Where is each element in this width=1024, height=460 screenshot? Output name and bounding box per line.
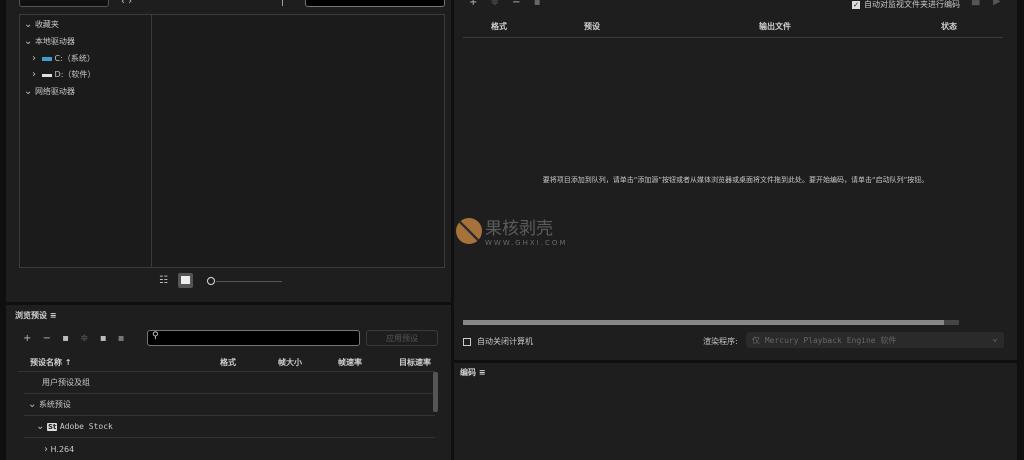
start-queue-button[interactable]: ▶ xyxy=(993,0,1001,7)
chevron-right-icon: › xyxy=(32,69,36,80)
apply-preset-button[interactable]: 应用预设 xyxy=(366,330,438,346)
panel-menu-icon[interactable]: ≡ xyxy=(479,368,486,377)
checkbox-unchecked-icon xyxy=(463,337,471,346)
media-browser-panel: ‹ › | ⌄ 收藏夹 ⌄ 本地驱动器 › C:（系统） › D:（软件） ⌄ … xyxy=(6,0,451,302)
col-preset[interactable]: 预设 xyxy=(584,21,600,32)
drive-icon xyxy=(41,74,52,77)
settings-icon[interactable]: ≑ xyxy=(491,0,499,8)
location-dropdown[interactable] xyxy=(19,0,109,7)
drive-icon xyxy=(41,57,52,61)
tree-network-drives[interactable]: ⌄ 网络驱动器 xyxy=(24,86,75,97)
preset-search-input[interactable]: ⚲ xyxy=(147,330,360,346)
settings-icon[interactable]: ≑ xyxy=(80,333,88,344)
tree-pane: ⌄ 收藏夹 ⌄ 本地驱动器 › C:（系统） › D:（软件） ⌄ 网络驱动器 xyxy=(19,14,445,268)
preset-row-adobe-stock[interactable]: ⌄ St Adobe Stock xyxy=(24,416,435,438)
auto-shutdown-checkbox[interactable]: 自动关闭计算机 xyxy=(463,336,533,347)
browser-search-input[interactable] xyxy=(305,0,445,7)
export-icon[interactable]: ▪ xyxy=(118,333,125,344)
import-icon[interactable]: ▪ xyxy=(100,333,107,344)
preset-row-system[interactable]: ⌄ 系统预设 xyxy=(24,394,435,416)
chevron-right-icon: › xyxy=(32,53,36,64)
preset-browser-panel: 浏览预设 ≡ + − ▪ ≑ ▪ ▪ ⚲ 应用预设 预设名称 ↑ 格式 帧大小 … xyxy=(6,305,451,460)
auto-encode-checkbox[interactable]: ✓ 自动对监视文件夹进行编码 xyxy=(852,0,960,10)
tree-favorites[interactable]: ⌄ 收藏夹 xyxy=(24,19,59,30)
queue-empty-message: 要将项目添加到队列，请单击“添加源”按钮或者从媒体浏览器或桌面将文件拖到此处。要… xyxy=(542,176,929,184)
new-group-icon[interactable]: ▪ xyxy=(62,333,69,344)
chevron-down-icon: ⌄ xyxy=(24,19,33,30)
thumbnail-view-button[interactable] xyxy=(178,273,193,288)
col-frame-rate[interactable]: 帧速率 xyxy=(338,357,362,368)
tree-drive-d[interactable]: › D:（软件） xyxy=(32,69,95,80)
list-view-icon[interactable]: ☷ xyxy=(159,275,168,286)
chevron-right-icon: › xyxy=(44,443,48,455)
preset-toolbar: + − ▪ ≑ ▪ ▪ xyxy=(23,333,124,344)
queue-progress-bar xyxy=(463,320,959,325)
panel-menu-icon[interactable]: ≡ xyxy=(50,311,57,320)
add-source-icon[interactable]: + xyxy=(469,0,477,8)
filter-icon[interactable]: | xyxy=(281,0,284,6)
col-output-file[interactable]: 输出文件 xyxy=(759,21,791,32)
col-target-rate[interactable]: 目标速率 xyxy=(399,357,431,368)
preset-row-h264[interactable]: › H.264 xyxy=(24,438,435,460)
add-icon[interactable]: + xyxy=(23,333,31,344)
col-status[interactable]: 状态 xyxy=(941,21,957,32)
chevron-down-icon: ⌄ xyxy=(24,86,33,97)
preset-scrollbar[interactable] xyxy=(433,372,438,412)
remove-icon[interactable]: − xyxy=(512,0,520,8)
queue-panel: + ≑ − ▪ ✓ 自动对监视文件夹进行编码 ■ ▶ 格式 预设 输出文件 状态… xyxy=(454,0,1017,360)
chevron-down-icon: ⌄ xyxy=(24,36,33,47)
chevron-down-icon: ⌄ xyxy=(36,421,45,432)
chevron-down-icon: ⌄ xyxy=(991,333,998,344)
preset-row-user[interactable]: 用户预设及组 xyxy=(24,372,435,394)
col-preset-name[interactable]: 预设名称 ↑ xyxy=(30,357,72,368)
col-format[interactable]: 格式 xyxy=(491,21,507,32)
queue-toolbar: + ≑ − ▪ xyxy=(469,0,541,8)
tree-drive-c[interactable]: › C:（系统） xyxy=(32,53,95,64)
watermark: 果核剥壳 WWW.GHXI.COM xyxy=(456,214,567,247)
duplicate-icon[interactable]: ▪ xyxy=(534,0,541,8)
nav-arrows[interactable]: ‹ › xyxy=(121,0,132,7)
checkbox-checked-icon: ✓ xyxy=(852,0,860,9)
col-format[interactable]: 格式 xyxy=(220,357,236,368)
stop-queue-button[interactable]: ■ xyxy=(971,0,980,7)
tree-local-drives[interactable]: ⌄ 本地驱动器 xyxy=(24,36,75,47)
renderer-dropdown[interactable]: 仅 Mercury Playback Engine 软件 ⌄ xyxy=(746,332,1004,348)
col-frame-size[interactable]: 帧大小 xyxy=(278,357,302,368)
renderer-label: 渲染程序: xyxy=(703,337,738,346)
watermark-logo-icon xyxy=(456,217,482,244)
search-icon: ⚲ xyxy=(152,331,159,341)
zoom-slider[interactable] xyxy=(207,277,215,285)
remove-icon[interactable]: − xyxy=(43,333,51,344)
adobe-stock-icon: St xyxy=(46,422,58,431)
chevron-down-icon: ⌄ xyxy=(28,399,37,410)
encoding-panel: 编码 ≡ xyxy=(454,363,1017,460)
